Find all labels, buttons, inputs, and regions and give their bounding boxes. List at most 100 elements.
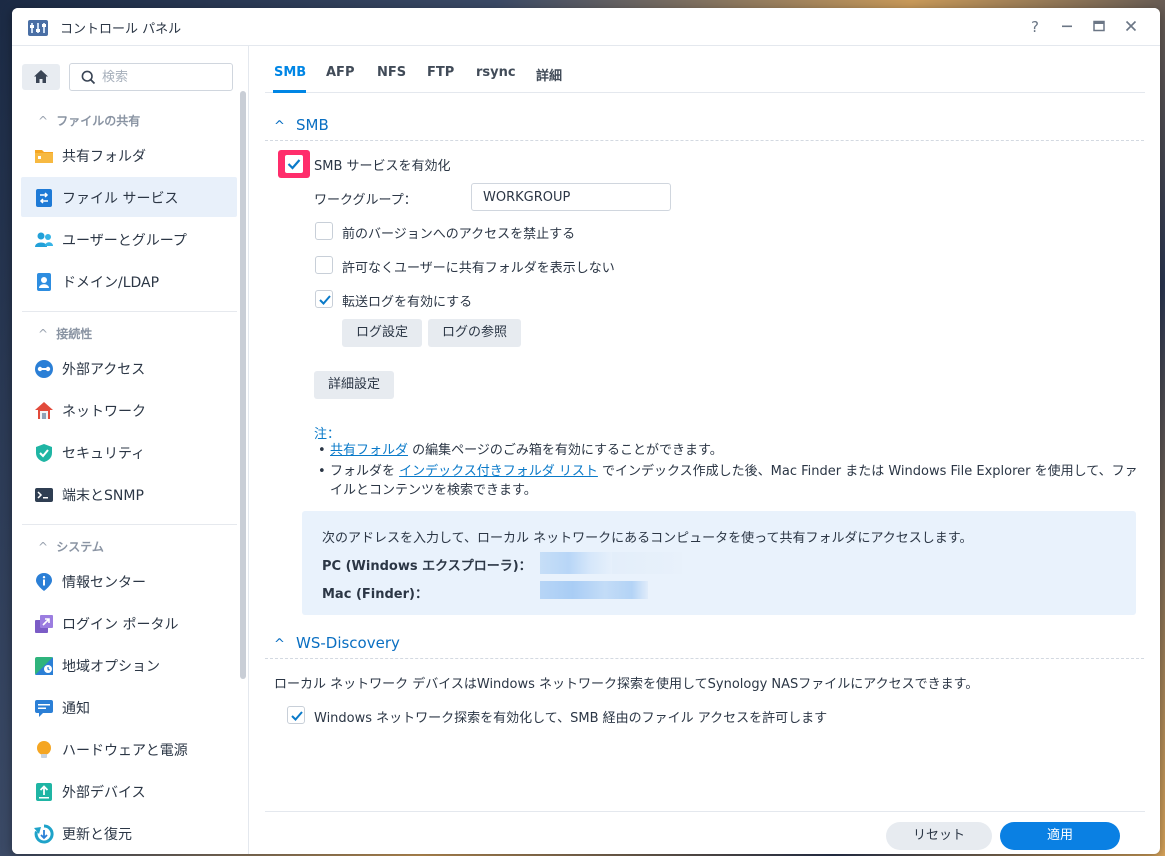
- hide-unpermitted-folders-label: 許可なくユーザーに共有フォルダを表示しない: [342, 261, 615, 276]
- window-title: コントロール パネル: [60, 22, 182, 37]
- info-icon: [36, 573, 52, 591]
- sidebar-item-external-access[interactable]: 外部アクセス: [21, 348, 237, 388]
- disable-previous-versions-label: 前のバージョンへのアクセスを禁止する: [342, 227, 576, 242]
- bulb-icon: [37, 741, 51, 758]
- smb-enable-label: SMB サービスを有効化: [314, 159, 451, 174]
- chevron-up-icon: ^: [38, 327, 49, 341]
- ws-discovery-section-header[interactable]: ^ WS-Discovery: [274, 634, 400, 652]
- regional-icon: [35, 657, 53, 675]
- search-input[interactable]: [102, 68, 222, 86]
- home-icon: [34, 70, 48, 83]
- divider: [22, 311, 237, 312]
- active-tab-indicator: [273, 90, 306, 93]
- ws-discovery-description: ローカル ネットワーク デバイスはWindows ネットワーク探索を使用してSy…: [274, 677, 979, 692]
- sidebar-item-network[interactable]: ネットワーク: [21, 390, 237, 430]
- maximize-icon[interactable]: [1089, 17, 1109, 37]
- workgroup-input[interactable]: [471, 183, 671, 211]
- indexed-folder-list-link[interactable]: インデックス付きフォルダ リスト: [399, 464, 598, 479]
- sidebar-item-users-groups[interactable]: ユーザーとグループ: [21, 219, 237, 259]
- chevron-up-icon: ^: [38, 540, 49, 554]
- sidebar-item-login-portal[interactable]: ログイン ポータル: [21, 603, 237, 643]
- hide-unpermitted-folders-checkbox[interactable]: [315, 256, 333, 274]
- section-header-connectivity[interactable]: ^ 接続性: [38, 325, 92, 342]
- sidebar-item-regional-options[interactable]: 地域オプション: [21, 645, 237, 685]
- section-header-file-sharing[interactable]: ^ ファイルの共有: [38, 112, 140, 129]
- note-bullet-1: • 共有フォルダ の編集ページのごみ箱を有効にすることができます。: [318, 443, 723, 458]
- footer-divider: [265, 811, 1145, 812]
- log-settings-button[interactable]: ログ設定: [342, 319, 422, 347]
- chevron-up-icon: ^: [38, 114, 49, 128]
- minimize-icon[interactable]: [1057, 17, 1077, 37]
- tab-nfs[interactable]: NFS: [377, 65, 406, 80]
- reset-button[interactable]: リセット: [886, 822, 992, 850]
- disable-previous-versions-checkbox[interactable]: [315, 222, 333, 240]
- mac-address-label: Mac (Finder)：: [322, 587, 428, 602]
- check-icon: [287, 159, 301, 170]
- control-panel-window: コントロール パネル ? ^ ファイルの共有: [12, 8, 1160, 854]
- sidebar-item-notification[interactable]: 通知: [21, 687, 237, 727]
- view-logs-button[interactable]: ログの参照: [428, 319, 521, 347]
- chevron-up-icon: ^: [274, 119, 285, 134]
- help-icon[interactable]: ?: [1025, 17, 1045, 37]
- domain-icon: [37, 273, 51, 291]
- sidebar-item-info-center[interactable]: 情報センター: [21, 561, 237, 601]
- pc-address-redacted: [540, 552, 612, 574]
- note-bullet-2: • フォルダを インデックス付きフォルダ リスト でインデックス作成した後、Ma…: [318, 464, 1138, 479]
- sidebar-item-terminal-snmp[interactable]: 端末とSNMP: [21, 474, 237, 514]
- section-header-system[interactable]: ^ システム: [38, 538, 104, 555]
- tab-smb[interactable]: SMB: [274, 65, 306, 80]
- sidebar-item-hardware-power[interactable]: ハードウェアと電源: [21, 729, 237, 769]
- sidebar: ^ ファイルの共有 共有フォルダ ファイル サービス: [12, 46, 249, 854]
- tab-rsync[interactable]: rsync: [476, 65, 516, 80]
- sidebar-scrollbar[interactable]: [240, 91, 246, 679]
- title-bar: コントロール パネル ?: [12, 8, 1160, 46]
- access-info-box: 次のアドレスを入力して、ローカル ネットワークにあるコンピュータを使って共有フォ…: [302, 511, 1136, 615]
- apply-button[interactable]: 適用: [1000, 822, 1120, 850]
- ws-discovery-label: Windows ネットワーク探索を有効化して、SMB 経由のファイル アクセスを…: [314, 711, 828, 726]
- main-content: SMB AFP NFS FTP rsync 詳細 ^ SMB SMB サービスを有…: [250, 46, 1160, 854]
- ws-discovery-checkbox[interactable]: [287, 706, 305, 724]
- smb-enable-checkbox[interactable]: [278, 150, 310, 178]
- notification-icon: [35, 700, 53, 717]
- file-services-icon: [36, 189, 52, 207]
- search-icon: [81, 70, 96, 85]
- search-box[interactable]: [69, 63, 233, 91]
- section-divider: [265, 140, 1144, 141]
- mac-address-redacted: [540, 581, 648, 599]
- login-portal-icon: [35, 615, 53, 633]
- sidebar-item-security[interactable]: セキュリティ: [21, 432, 237, 472]
- divider: [22, 524, 237, 525]
- note-bullet-2-cont: イルとコンテンツを検索できます。: [330, 483, 537, 498]
- shared-folder-link[interactable]: 共有フォルダ: [330, 443, 408, 458]
- chevron-up-icon: ^: [274, 637, 285, 652]
- note-heading: 注：: [314, 427, 341, 442]
- sidebar-item-update-restore[interactable]: 更新と復元: [21, 813, 237, 853]
- sidebar-item-external-devices[interactable]: 外部デバイス: [21, 771, 237, 811]
- external-device-icon: [36, 783, 52, 801]
- sidebar-item-file-services[interactable]: ファイル サービス: [21, 177, 237, 217]
- update-icon: [34, 824, 54, 844]
- transfer-log-checkbox[interactable]: [315, 290, 333, 308]
- folder-icon: [35, 150, 53, 163]
- transfer-log-label: 転送ログを有効にする: [342, 295, 473, 310]
- smb-section-header[interactable]: ^ SMB: [274, 116, 329, 134]
- advanced-settings-button[interactable]: 詳細設定: [314, 371, 394, 399]
- control-panel-app-icon: [28, 20, 48, 36]
- tab-afp[interactable]: AFP: [326, 65, 354, 80]
- sidebar-item-domain-ldap[interactable]: ドメイン/LDAP: [21, 261, 237, 301]
- tab-bar: SMB AFP NFS FTP rsync 詳細: [265, 46, 1145, 93]
- users-icon: [35, 232, 53, 247]
- network-icon: [35, 402, 53, 419]
- home-button[interactable]: [22, 64, 60, 90]
- terminal-icon: [35, 488, 53, 502]
- section-divider: [265, 658, 1144, 659]
- pc-address-label: PC (Windows エクスプローラ)：: [322, 559, 532, 574]
- shield-icon: [36, 444, 52, 462]
- tab-ftp[interactable]: FTP: [427, 65, 454, 80]
- external-access-icon: [35, 360, 53, 378]
- access-info-text: 次のアドレスを入力して、ローカル ネットワークにあるコンピュータを使って共有フォ…: [322, 531, 973, 546]
- tab-advanced[interactable]: 詳細: [536, 65, 562, 84]
- sidebar-item-shared-folder[interactable]: 共有フォルダ: [21, 135, 237, 175]
- close-icon[interactable]: [1121, 17, 1141, 37]
- check-icon: [319, 295, 331, 305]
